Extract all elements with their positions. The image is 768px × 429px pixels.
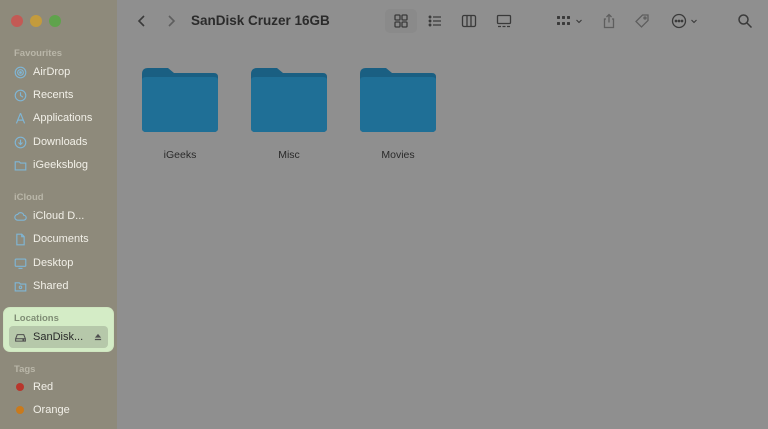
toolbar: SanDisk Cruzer 16GB — [117, 0, 768, 42]
document-icon — [16, 233, 25, 245]
finder-window: Favourites AirDrop Recents Applications … — [0, 0, 768, 429]
sidebar-item-icloud-drive[interactable]: iCloud D... — [14, 206, 84, 226]
more-icon — [671, 13, 686, 29]
sidebar: Favourites AirDrop Recents Applications … — [0, 0, 117, 429]
sidebar-item-tag-orange[interactable]: Orange — [14, 400, 70, 420]
sidebar-item-desktop[interactable]: Desktop — [14, 253, 73, 273]
search-button[interactable] — [735, 11, 755, 31]
folder-item[interactable]: Misc — [249, 66, 329, 166]
chevron-down-icon — [575, 19, 582, 24]
section-locations: Locations — [14, 313, 59, 324]
eject-icon[interactable] — [93, 332, 103, 342]
sidebar-item-label: Orange — [33, 404, 70, 416]
sidebar-item-label: AirDrop — [33, 66, 71, 78]
sidebar-item-label: SanDisk... — [33, 331, 84, 343]
window-title: SanDisk Cruzer 16GB — [191, 13, 330, 28]
forward-icon — [168, 15, 176, 27]
list-view-icon — [428, 15, 441, 27]
sidebar-item-label: Desktop — [33, 257, 74, 269]
column-view-button[interactable] — [459, 11, 479, 31]
folder-name: Movies — [381, 149, 415, 161]
folder-icon — [142, 68, 218, 132]
desktop-icon — [14, 257, 27, 269]
tag-icon — [635, 14, 649, 28]
section-favourites: Favourites — [14, 48, 63, 59]
group-icon — [556, 16, 570, 25]
sidebar-item-label: iCloud D... — [33, 210, 85, 222]
sidebar-item-label: iGeeksblog — [33, 159, 89, 171]
close-button[interactable] — [11, 15, 23, 27]
cloud-icon — [14, 211, 27, 221]
sidebar-item-label: Downloads — [33, 136, 88, 148]
icon-view-button[interactable] — [391, 11, 411, 31]
sidebar-item-label: Applications — [33, 112, 93, 124]
main-content: SanDisk Cruzer 16GB iGeeks Misc Movies — [117, 0, 768, 429]
sidebar-item-downloads[interactable]: Downloads — [14, 132, 87, 152]
window-controls — [11, 15, 61, 27]
column-view-icon — [461, 14, 477, 28]
sidebar-item-recents[interactable]: Recents — [14, 85, 73, 105]
minimize-button[interactable] — [30, 15, 42, 27]
sidebar-item-label: Shared — [33, 280, 69, 292]
sidebar-item-documents[interactable]: Documents — [14, 229, 89, 249]
airdrop-icon — [14, 66, 27, 78]
sidebar-item-igeeksblog[interactable]: iGeeksblog — [14, 155, 88, 175]
back-icon — [137, 15, 145, 27]
share-icon — [603, 13, 615, 29]
sidebar-item-label: Documents — [33, 233, 89, 245]
section-icloud: iCloud — [14, 192, 44, 203]
chevron-down-icon — [690, 19, 697, 24]
sidebar-item-airdrop[interactable]: AirDrop — [14, 62, 70, 82]
folder-item[interactable]: Movies — [358, 66, 438, 166]
folder-icon — [251, 68, 327, 132]
download-icon — [14, 136, 27, 148]
sidebar-item-tag-red[interactable]: Red — [14, 377, 53, 397]
forward-button[interactable] — [162, 11, 180, 31]
maximize-button[interactable] — [49, 15, 61, 27]
gallery-view-icon — [496, 14, 512, 28]
folder-name: iGeeks — [163, 149, 197, 161]
drive-icon — [15, 333, 26, 342]
search-icon — [738, 14, 753, 29]
sidebar-item-shared[interactable]: Shared — [14, 276, 68, 296]
more-actions-button[interactable] — [668, 11, 700, 31]
icon-view-icon — [394, 14, 408, 28]
sidebar-item-label: Recents — [33, 89, 74, 101]
section-tags: Tags — [14, 364, 36, 375]
sidebar-item-label: Red — [33, 381, 54, 393]
tag-color-dot — [16, 406, 24, 414]
sidebar-item-sandisk[interactable]: SanDisk... — [14, 327, 103, 347]
shared-folder-icon — [14, 281, 27, 292]
share-button[interactable] — [599, 11, 619, 31]
back-button[interactable] — [133, 11, 151, 31]
clock-icon — [14, 89, 27, 101]
tag-color-dot — [16, 383, 24, 391]
tag-button[interactable] — [632, 11, 652, 31]
folder-icon — [14, 160, 27, 171]
folder-name: Misc — [278, 149, 300, 161]
folder-item[interactable]: iGeeks — [140, 66, 220, 166]
sidebar-item-applications[interactable]: Applications — [14, 108, 92, 128]
group-button[interactable] — [554, 11, 584, 31]
applications-icon — [15, 112, 26, 124]
gallery-view-button[interactable] — [494, 11, 514, 31]
folder-icon — [360, 68, 436, 132]
list-view-button[interactable] — [425, 11, 445, 31]
